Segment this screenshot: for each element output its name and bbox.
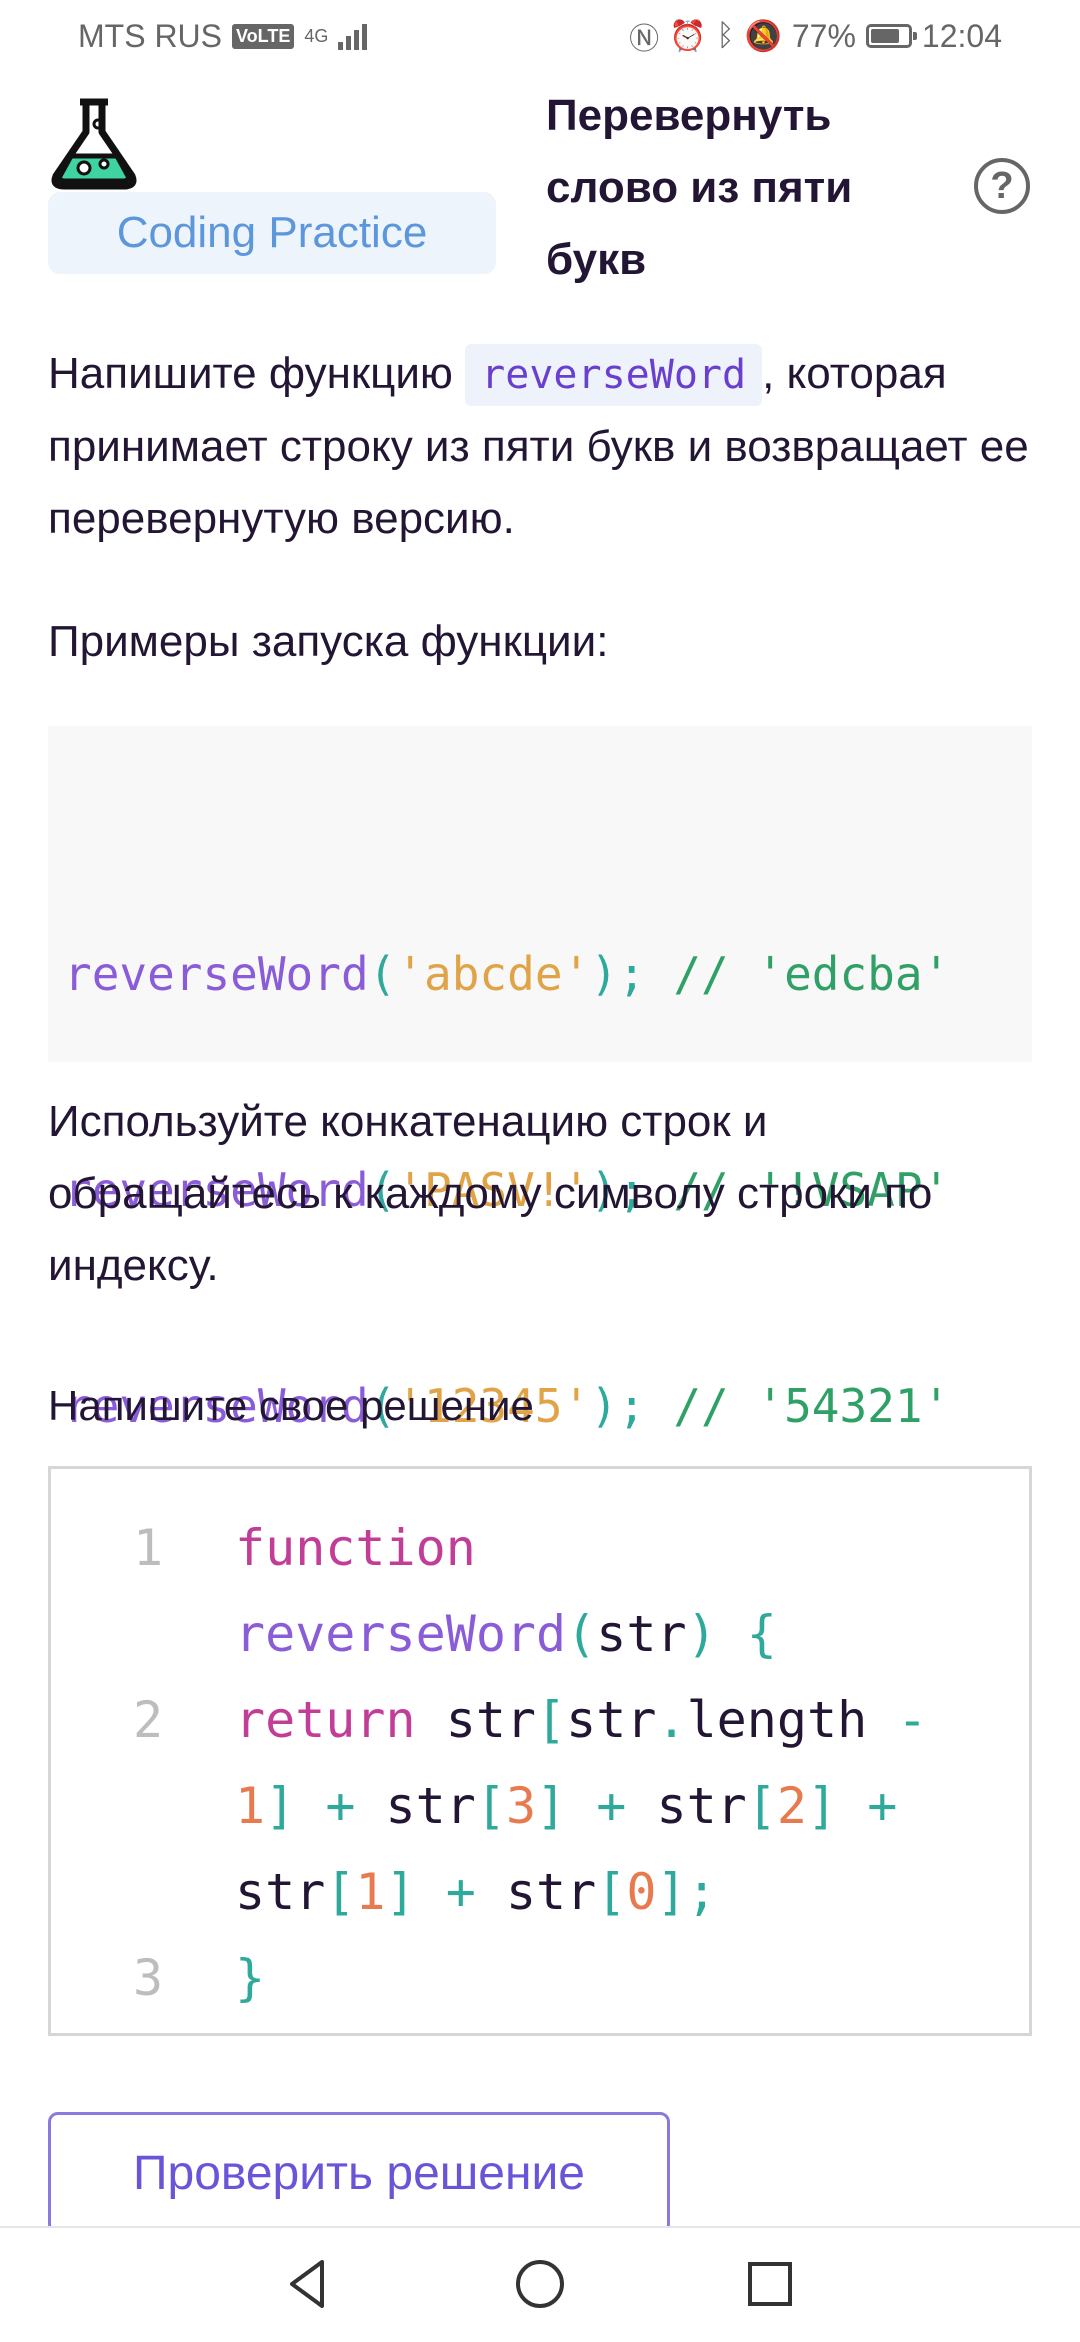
code-punc: ] + [265, 1777, 356, 1835]
code-punc: ]; [656, 1863, 717, 1921]
code-punc: ] + [385, 1863, 476, 1921]
code-number: 3 [505, 1777, 537, 1835]
paren-close: ); [590, 947, 646, 1001]
recent-apps-icon[interactable] [740, 2254, 800, 2314]
status-bar: MTS RUS VoLTE 4G Ⓝ ⏰ ᛒ 🔕 77% 12:04 [0, 0, 1080, 72]
code-punc: ] + [807, 1777, 898, 1835]
code-number: 0 [626, 1863, 657, 1921]
lesson-header: Coding Practice Перевернуть слово из пят… [0, 80, 1080, 300]
check-solution-button[interactable]: Проверить решение [48, 2112, 670, 2234]
code-punc: ] + [536, 1777, 627, 1835]
nfc-icon: Ⓝ [629, 23, 660, 56]
code-text[interactable]: reverseWord(str) { [235, 1591, 777, 1677]
code-fn-name: reverseWord [235, 1605, 567, 1663]
code-editor[interactable]: 1 function reverseWord(str) { 2 return s… [48, 1466, 1032, 2036]
alarm-icon: ⏰ [669, 19, 707, 53]
code-punc: ( [566, 1605, 597, 1663]
bluetooth-icon: ᛒ [716, 19, 735, 52]
line-number: 2 [133, 1691, 164, 1749]
page-title: Перевернуть слово из пяти букв [546, 91, 853, 284]
code-punc: ) { [686, 1605, 777, 1663]
carrier-name: MTS RUS [78, 17, 222, 54]
battery-fill [870, 29, 899, 43]
intro-text-before: Напишите функцию [48, 349, 453, 398]
line-number: 1 [133, 1519, 164, 1577]
code-punc: [ [536, 1691, 567, 1749]
code-text[interactable]: str[1] + str[0]; [235, 1849, 717, 1935]
home-icon[interactable] [510, 2254, 570, 2314]
signal-icon [338, 22, 368, 50]
code-keyword: return [235, 1691, 416, 1749]
code-text[interactable]: 1] + str[3] + str[2] + [235, 1763, 897, 1849]
examples-code-block: reverseWord('abcde'); // 'edcba' reverse… [48, 726, 1032, 1433]
code-text[interactable]: function [235, 1505, 476, 1591]
code-punc: - [897, 1691, 928, 1749]
status-right: Ⓝ ⏰ ᛒ 🔕 77% 12:04 [629, 14, 1002, 58]
paren-open: ( [368, 947, 397, 1001]
code-number: 2 [776, 1777, 808, 1835]
clock: 12:04 [921, 17, 1002, 54]
examples-label: Примеры запуска функции: [48, 617, 609, 666]
example-fn: reverseWord [64, 947, 369, 1001]
editor-label: Напишите свое решение [48, 1382, 534, 1429]
code-text[interactable]: return str[str.length - [235, 1677, 927, 1763]
system-nav-bar [0, 2226, 1080, 2342]
help-icon[interactable]: ? [974, 158, 1030, 214]
hint-text: Используйте конкатенацию строк и обращай… [48, 1097, 933, 1290]
example-arg: 'abcde' [396, 947, 591, 1001]
code-punc: . [656, 1691, 687, 1749]
task-description: Напишите функцию reverseWord, которая пр… [48, 338, 1038, 555]
volte-icon: VoLTE [232, 23, 295, 49]
network-type: 4G [304, 26, 329, 46]
battery-icon [865, 24, 917, 48]
back-icon[interactable] [278, 2254, 338, 2314]
code-punc: [ [746, 1777, 777, 1835]
flask-icon [51, 98, 137, 190]
code-punc: [ [475, 1777, 506, 1835]
function-name-code: reverseWord [465, 344, 763, 406]
code-text[interactable]: } [235, 1935, 265, 2021]
code-number: 1 [235, 1777, 266, 1835]
status-left: MTS RUS VoLTE 4G [78, 17, 368, 55]
code-punc: [ [596, 1863, 627, 1921]
battery-percent: 77% [791, 17, 856, 54]
example-line: reverseWord('abcde'); // 'edcba' [64, 938, 1032, 1010]
code-punc: [ [325, 1863, 356, 1921]
example-result: // 'edcba' [673, 947, 951, 1001]
line-number: 3 [133, 1949, 164, 2007]
code-number: 1 [355, 1863, 386, 1921]
mute-icon: 🔕 [744, 19, 782, 53]
course-chip[interactable]: Coding Practice [48, 192, 496, 274]
